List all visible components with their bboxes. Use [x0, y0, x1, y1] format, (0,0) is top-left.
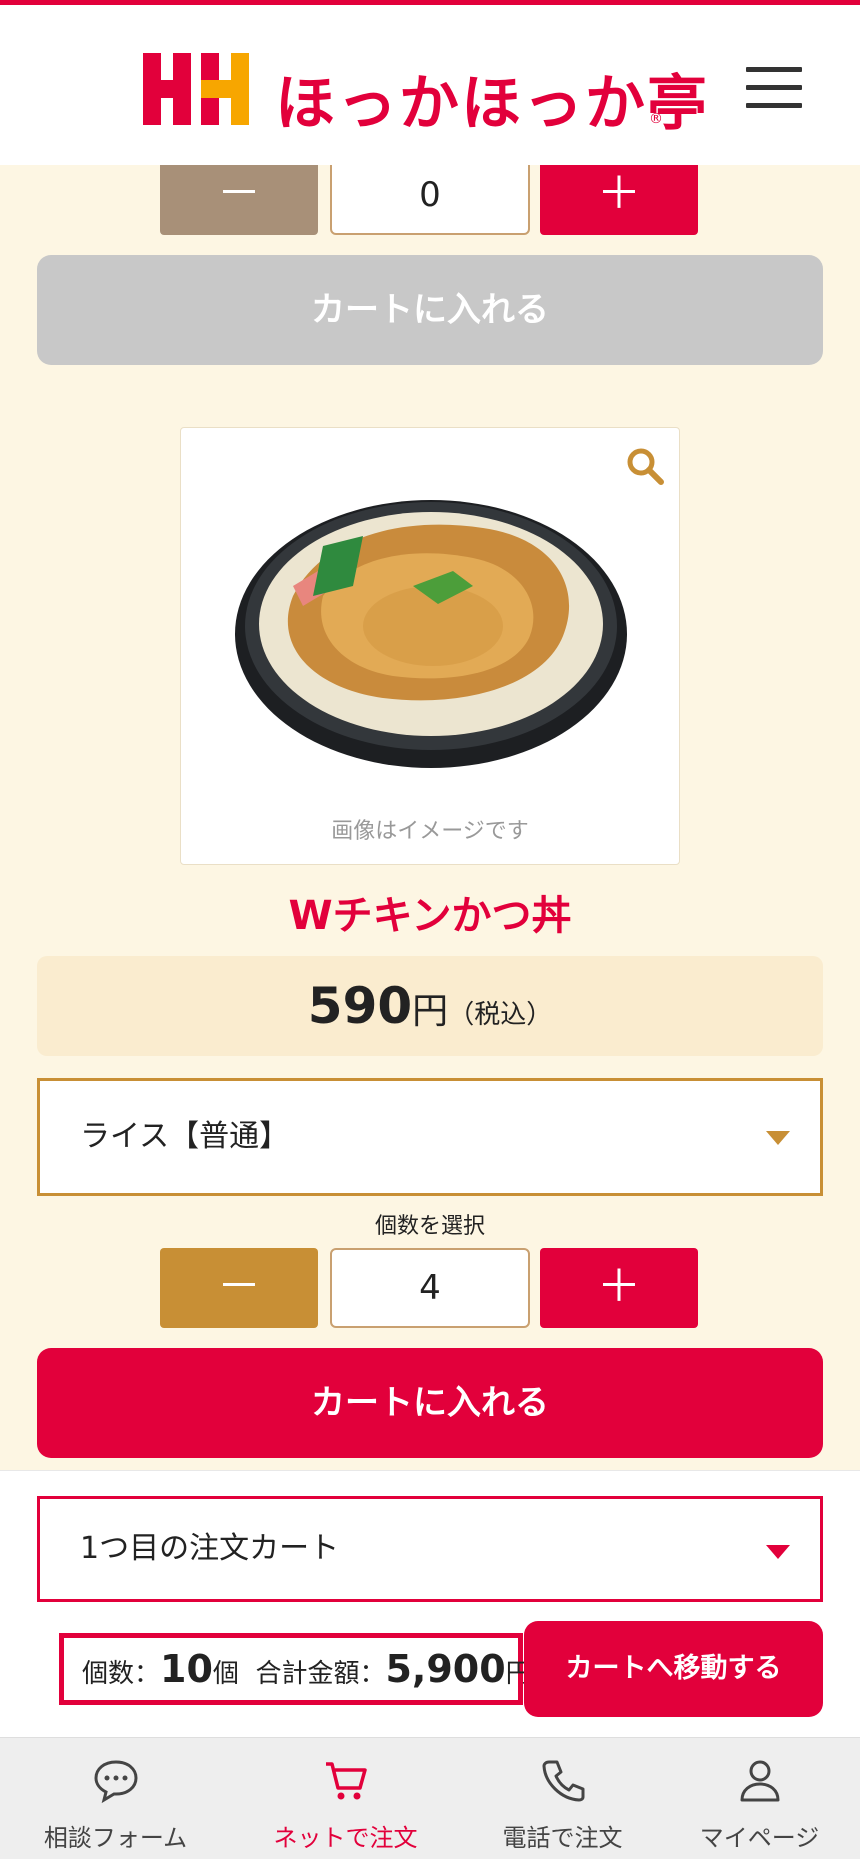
- hh-logo-mark-icon: [143, 53, 249, 125]
- product-list: － 0 ＋ カートに入れる 画像はイメージです Wチキンかつ丼 590円（税込）…: [0, 165, 860, 1470]
- product-image-card[interactable]: 画像はイメージです: [180, 427, 680, 865]
- site-header: ほっかほっか亭 ®: [0, 5, 860, 165]
- price-unit: 円: [412, 991, 449, 1032]
- nav-label: 相談フォーム: [43, 1824, 188, 1852]
- quantity-label: 個数を選択: [374, 1214, 485, 1239]
- go-to-cart-button[interactable]: カートへ移動する: [524, 1621, 823, 1717]
- cart-select[interactable]: 1つ目の注文カート: [37, 1496, 823, 1602]
- cart-icon: [326, 1762, 367, 1800]
- total-value: 5,900: [385, 1647, 506, 1691]
- count-label: 個数：: [82, 1659, 161, 1689]
- cart-select-value: 1つ目の注文カート: [80, 1531, 340, 1566]
- nav-label: ネットで注文: [273, 1824, 418, 1852]
- phone-icon: [542, 1760, 585, 1802]
- cart-summary: 個数：10個 合計金額：5,900円: [59, 1633, 532, 1705]
- price-tax-note: （税込）: [448, 1000, 553, 1030]
- cart-summary-bar: 1つ目の注文カート 個数：10個 合計金額：5,900円 カートへ移動する: [0, 1470, 860, 1738]
- katsudon-photo: [235, 500, 627, 768]
- bottom-navigation: 相談フォーム ネットで注文 電話で注文 マイページ: [0, 1737, 860, 1859]
- prev-quantity-minus-button[interactable]: －: [160, 165, 318, 235]
- count-value: 10: [160, 1647, 213, 1691]
- user-icon: [740, 1760, 780, 1802]
- registered-mark: ®: [649, 111, 663, 127]
- brand-logo[interactable]: ほっかほっか亭 ®: [143, 53, 707, 139]
- prev-quantity-input[interactable]: 0: [330, 165, 530, 235]
- quantity-plus-button[interactable]: ＋: [540, 1248, 698, 1328]
- price-box: 590円（税込）: [37, 956, 823, 1056]
- quantity-input[interactable]: 4: [330, 1248, 530, 1328]
- chevron-down-icon: [766, 1545, 790, 1559]
- prev-add-to-cart-button[interactable]: カートに入れる: [37, 255, 823, 365]
- quantity-minus-button[interactable]: －: [160, 1248, 318, 1328]
- chat-bubble-icon: [94, 1760, 138, 1804]
- brand-name: ほっかほっか亭: [275, 69, 709, 139]
- prev-quantity-plus-button[interactable]: ＋: [540, 165, 698, 235]
- magnifier-icon[interactable]: [625, 446, 665, 486]
- product-name: Wチキンかつ丼: [288, 893, 572, 939]
- hamburger-menu-icon[interactable]: [740, 63, 810, 113]
- total-label: 合計金額：: [255, 1659, 386, 1689]
- nav-my-page[interactable]: マイページ: [652, 1738, 860, 1859]
- image-note: 画像はイメージです: [331, 819, 529, 844]
- nav-label: マイページ: [699, 1824, 820, 1852]
- nav-online-order[interactable]: ネットで注文: [238, 1738, 453, 1859]
- rice-size-select[interactable]: ライス【普通】: [37, 1078, 823, 1196]
- chevron-down-icon: [766, 1131, 790, 1145]
- nav-consultation-form[interactable]: 相談フォーム: [8, 1738, 223, 1859]
- nav-phone-order[interactable]: 電話で注文: [455, 1738, 670, 1859]
- price-value: 590: [307, 977, 413, 1035]
- rice-size-selected-value: ライス【普通】: [80, 1119, 290, 1154]
- add-to-cart-button[interactable]: カートに入れる: [37, 1348, 823, 1458]
- count-unit: 個: [212, 1659, 239, 1689]
- nav-label: 電話で注文: [502, 1824, 623, 1852]
